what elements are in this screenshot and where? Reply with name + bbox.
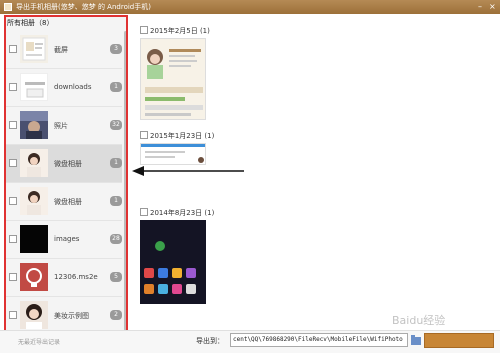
album-name: 微盘相册 bbox=[54, 160, 82, 168]
album-count-badge: 2 bbox=[110, 310, 122, 320]
album-checkbox[interactable] bbox=[9, 121, 17, 129]
group-checkbox[interactable] bbox=[140, 208, 148, 216]
app-icon bbox=[4, 3, 12, 11]
photo-thumbnail[interactable] bbox=[140, 143, 206, 165]
date-group-header[interactable]: 2014年8月23日 (1) bbox=[140, 208, 214, 218]
album-count-badge: 3 bbox=[110, 44, 122, 54]
sidebar-scrollbar[interactable] bbox=[124, 31, 126, 333]
album-thumbnail bbox=[20, 149, 48, 177]
watermark: Baidu经验 bbox=[392, 314, 446, 327]
recent-export-status: 无最近导出记录 bbox=[18, 339, 61, 346]
album-thumbnail bbox=[20, 187, 48, 215]
album-sidebar: 所有相册（8） 截屏 3 downloads 1 照片 32 微盘相册 1 微盘… bbox=[4, 15, 128, 335]
album-checkbox[interactable] bbox=[9, 273, 17, 281]
album-name: 12306.ms2e bbox=[54, 273, 98, 281]
album-thumbnail bbox=[20, 301, 48, 329]
folder-icon[interactable] bbox=[411, 334, 421, 345]
export-to-label: 导出到： bbox=[196, 337, 224, 345]
footer-bar: 无最近导出记录 导出到： cent\QQ\769868290\FileRecv\… bbox=[0, 330, 500, 353]
album-count-badge: 5 bbox=[110, 272, 122, 282]
photo-thumbnail[interactable] bbox=[140, 220, 206, 304]
window-title: 导出手机相册(悠梦、悠梦 的 Android手机) bbox=[16, 3, 151, 11]
album-thumbnail bbox=[20, 111, 48, 139]
album-count-badge: 1 bbox=[110, 82, 122, 92]
album-count-badge: 1 bbox=[110, 196, 122, 206]
album-name: 截屏 bbox=[54, 46, 68, 54]
minimize-icon[interactable]: – bbox=[478, 2, 482, 11]
group-checkbox[interactable] bbox=[140, 131, 148, 139]
scrollbar-thumb[interactable] bbox=[124, 31, 126, 331]
album-item[interactable]: 截屏 3 bbox=[6, 31, 122, 69]
album-name: 微盘相册 bbox=[54, 198, 82, 206]
album-item[interactable]: 照片 32 bbox=[6, 107, 122, 145]
album-item-selected[interactable]: 微盘相册 1 bbox=[6, 145, 122, 183]
album-thumbnail bbox=[20, 73, 48, 101]
export-button[interactable] bbox=[424, 333, 494, 348]
title-bar: 导出手机相册(悠梦、悠梦 的 Android手机) – × bbox=[0, 0, 500, 14]
album-item[interactable]: downloads 1 bbox=[6, 69, 122, 107]
album-count-badge: 1 bbox=[110, 158, 122, 168]
album-item[interactable]: 12306.ms2e 5 bbox=[6, 259, 122, 297]
photo-area: 2015年2月5日 (1) 2015年1月23日 (1) 2014年8月23日 … bbox=[136, 14, 500, 330]
album-name: downloads bbox=[54, 83, 92, 91]
album-checkbox[interactable] bbox=[9, 83, 17, 91]
album-thumbnail bbox=[20, 35, 48, 63]
album-checkbox[interactable] bbox=[9, 311, 17, 319]
date-group-header[interactable]: 2015年1月23日 (1) bbox=[140, 131, 214, 141]
date-group-header[interactable]: 2015年2月5日 (1) bbox=[140, 26, 210, 36]
album-name: images bbox=[54, 235, 80, 243]
photo-thumbnail[interactable] bbox=[140, 38, 206, 120]
album-thumbnail bbox=[20, 225, 48, 253]
album-count-badge: 28 bbox=[110, 234, 122, 244]
album-checkbox[interactable] bbox=[9, 159, 17, 167]
export-path-field[interactable]: cent\QQ\769868290\FileRecv\MobileFile\Wi… bbox=[230, 333, 408, 347]
album-name: 美妆示例图 bbox=[54, 312, 89, 320]
album-item[interactable]: images 28 bbox=[6, 221, 122, 259]
group-checkbox[interactable] bbox=[140, 26, 148, 34]
album-checkbox[interactable] bbox=[9, 235, 17, 243]
album-item[interactable]: 微盘相册 1 bbox=[6, 183, 122, 221]
album-count-badge: 32 bbox=[110, 120, 122, 130]
album-name: 照片 bbox=[54, 122, 68, 130]
album-checkbox[interactable] bbox=[9, 45, 17, 53]
close-icon[interactable]: × bbox=[489, 2, 496, 11]
album-thumbnail bbox=[20, 263, 48, 291]
album-checkbox[interactable] bbox=[9, 197, 17, 205]
album-count-header: 所有相册（8） bbox=[7, 19, 54, 27]
